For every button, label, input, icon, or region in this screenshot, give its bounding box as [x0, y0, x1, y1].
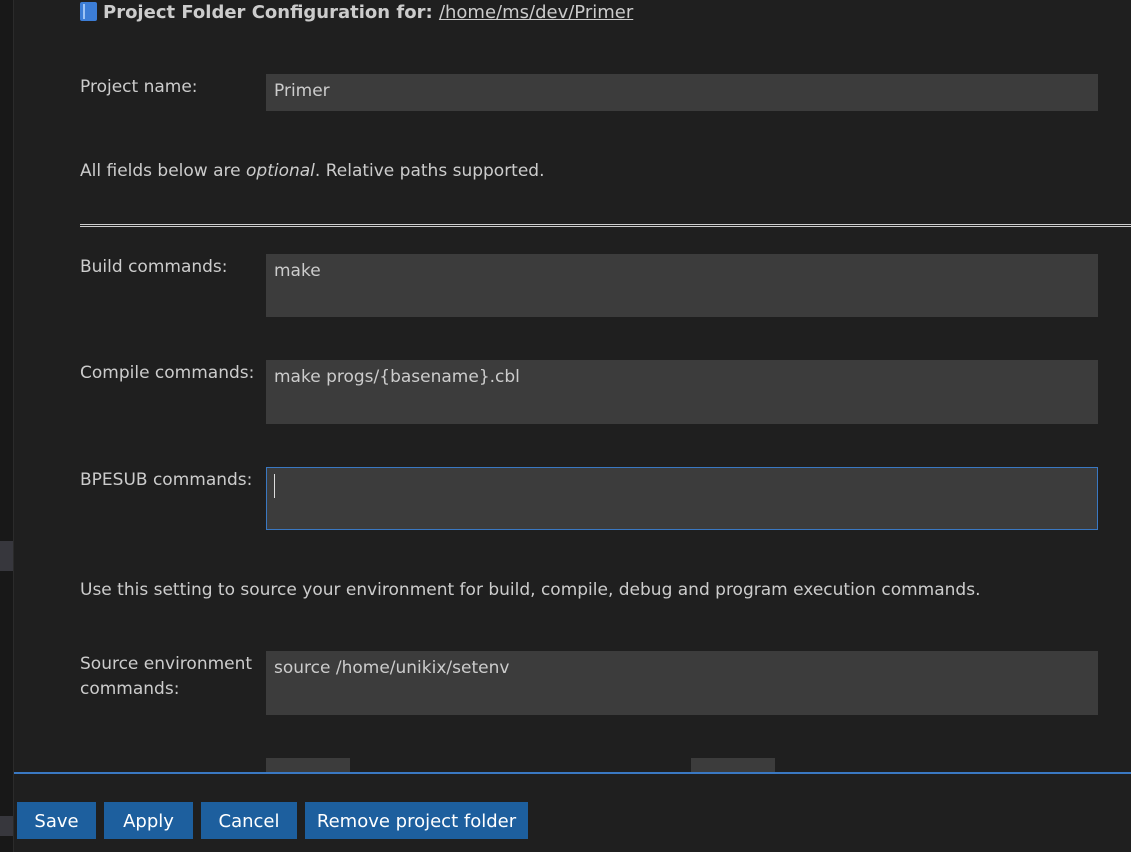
partially-visible-input[interactable] — [691, 758, 775, 773]
config-panel: Project Folder Configuration for: /home/… — [14, 0, 1131, 773]
optional-note: All fields below are optional. Relative … — [80, 161, 545, 181]
project-name-input[interactable]: Primer — [266, 74, 1098, 111]
side-strip-marker — [0, 816, 13, 836]
compile-commands-label: Compile commands: — [80, 363, 255, 383]
optional-note-suffix: . Relative paths supported. — [314, 161, 545, 181]
optional-note-emphasis: optional — [246, 161, 315, 181]
cancel-button[interactable]: Cancel — [201, 802, 297, 839]
button-bar: Save Apply Cancel Remove project folder — [14, 774, 1131, 852]
apply-button[interactable]: Apply — [104, 802, 193, 839]
partially-visible-input[interactable] — [266, 758, 350, 773]
build-commands-input[interactable]: make — [266, 254, 1098, 317]
source-environment-label-line2: commands: — [80, 679, 180, 699]
side-strip — [0, 0, 14, 852]
page-title-label: Project Folder Configuration for: — [103, 2, 433, 23]
bpesub-commands-label: BPESUB commands: — [80, 470, 253, 490]
page-title: Project Folder Configuration for: /home/… — [80, 2, 633, 23]
project-folder-path[interactable]: /home/ms/dev/Primer — [439, 2, 633, 23]
compile-commands-input[interactable]: make progs/{basename}.cbl — [266, 360, 1098, 424]
bpesub-commands-input[interactable] — [266, 467, 1098, 530]
source-environment-label-line1: Source environment — [80, 654, 253, 674]
project-name-label: Project name: — [80, 77, 198, 97]
side-strip-marker — [0, 541, 13, 571]
optional-note-prefix: All fields below are — [80, 161, 246, 181]
source-environment-label: Source environment commands: — [80, 652, 252, 702]
text-caret — [274, 474, 275, 498]
source-environment-input[interactable]: source /home/unikix/setenv — [266, 651, 1098, 715]
environment-note: Use this setting to source your environm… — [80, 580, 981, 600]
build-commands-label: Build commands: — [80, 257, 228, 277]
save-button[interactable]: Save — [17, 802, 96, 839]
remove-project-folder-button[interactable]: Remove project folder — [305, 802, 528, 839]
book-icon — [80, 2, 97, 21]
section-divider — [80, 224, 1131, 227]
